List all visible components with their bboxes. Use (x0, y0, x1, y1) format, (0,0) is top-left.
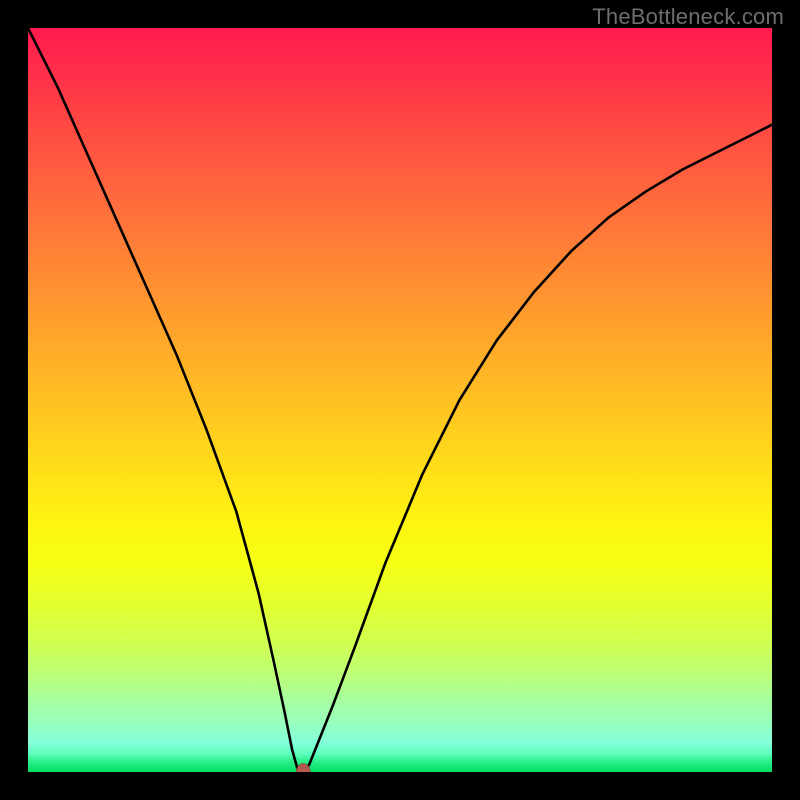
watermark-label: TheBottleneck.com (592, 4, 784, 30)
curve-svg (28, 28, 772, 772)
bottleneck-curve (28, 28, 772, 772)
plot-area (28, 28, 772, 772)
chart-frame: TheBottleneck.com (0, 0, 800, 800)
